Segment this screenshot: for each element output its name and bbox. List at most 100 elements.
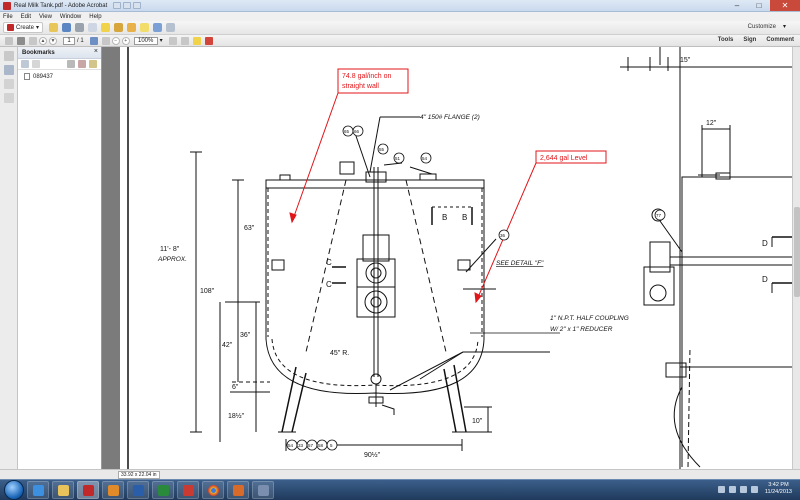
dim-15-label: 15" — [680, 57, 691, 64]
start-button[interactable] — [4, 480, 24, 500]
select-tool-icon[interactable] — [89, 36, 98, 45]
expand-icon[interactable] — [32, 60, 40, 68]
zoom-input[interactable]: 100% — [133, 36, 158, 45]
save-file-icon[interactable] — [62, 23, 72, 32]
dim-108-label: 108" — [200, 288, 215, 295]
sticky-note-icon[interactable] — [140, 23, 150, 32]
menu-edit[interactable]: Edit — [21, 14, 31, 20]
menu-window[interactable]: Window — [60, 14, 81, 20]
zoom-out-button[interactable]: − — [111, 36, 120, 45]
overall-height-label: 11'- 8" — [160, 246, 180, 253]
menu-help[interactable]: Help — [89, 14, 101, 20]
new-bookmark-icon[interactable] — [78, 60, 86, 68]
menu-view[interactable]: View — [39, 14, 52, 20]
create-icon — [7, 24, 14, 31]
comment-pane-button[interactable]: Comment — [766, 37, 794, 43]
status-bar: 33.92 x 22.04 in — [0, 469, 800, 479]
bookmarks-title: Bookmarks — [22, 49, 55, 56]
folder-icon — [57, 484, 69, 496]
attachments-icon[interactable] — [3, 93, 14, 103]
customize-button[interactable]: Customize — [748, 24, 776, 30]
maximize-button[interactable]: □ — [748, 0, 770, 11]
share-icon[interactable] — [114, 23, 124, 32]
page-number-input[interactable]: 1 — [63, 36, 75, 45]
delete-icon[interactable] — [67, 60, 75, 68]
navigation-pane-rail — [0, 47, 18, 479]
dim-6-label: 6" — [232, 384, 239, 391]
fit-width-icon[interactable] — [180, 36, 189, 45]
pdf-icon — [182, 484, 194, 496]
sign-pane-button[interactable]: Sign — [743, 37, 756, 43]
taskbar-app-button[interactable] — [227, 481, 249, 499]
taskbar-chrome-button[interactable] — [202, 481, 224, 499]
engineering-drawing: 74.8 gal/inch on straight wall 2,644 gal… — [127, 47, 800, 469]
bookmarks-header: Bookmarks × — [18, 47, 101, 59]
taskbar-explorer-button[interactable] — [52, 481, 74, 499]
taskbar-acrobat-button[interactable] — [77, 481, 99, 499]
pdf-page: 74.8 gal/inch on straight wall 2,644 gal… — [120, 47, 800, 469]
email-icon[interactable] — [88, 23, 98, 32]
zoom-in-button[interactable]: + — [121, 36, 130, 45]
page-size-readout: 33.92 x 22.04 in — [118, 471, 160, 479]
highlight-icon[interactable] — [204, 36, 213, 45]
system-clock[interactable]: 3:42 PM 11/24/2013 — [765, 482, 792, 496]
document-area[interactable]: 74.8 gal/inch on straight wall 2,644 gal… — [102, 47, 800, 469]
save-icon[interactable] — [123, 2, 132, 9]
minimize-button[interactable]: – — [726, 0, 748, 11]
create-button[interactable]: Create ▾ — [3, 22, 44, 33]
highlight-icon[interactable] — [127, 23, 137, 32]
tray-show-hidden-icon[interactable] — [717, 485, 725, 493]
section-b-left: B — [442, 213, 447, 222]
word-icon — [132, 484, 144, 496]
taskbar-photos-button[interactable] — [252, 481, 274, 499]
tray-flag-icon[interactable] — [728, 485, 736, 493]
taskbar-word-button[interactable] — [127, 481, 149, 499]
scrollbar-thumb[interactable] — [794, 207, 800, 297]
hand-tool-icon[interactable] — [101, 36, 110, 45]
home-icon[interactable] — [5, 36, 13, 45]
page-thumbnails-icon[interactable] — [3, 51, 14, 61]
tray-network-icon[interactable] — [739, 485, 747, 493]
comment-icon[interactable] — [101, 23, 111, 32]
bookmark-page-icon — [24, 73, 30, 80]
dim-63-label: 63" — [244, 225, 255, 232]
export-icon[interactable] — [153, 23, 163, 32]
close-icon[interactable]: × — [94, 48, 98, 55]
chrome-icon — [207, 484, 219, 496]
taskbar-pdf-button[interactable] — [177, 481, 199, 499]
open-icon[interactable] — [113, 2, 122, 9]
zoom-chevron-icon[interactable]: ▾ — [160, 37, 163, 44]
print-file-icon[interactable] — [75, 23, 85, 32]
comment-icon[interactable] — [192, 36, 201, 45]
bookmarks-toolbar — [18, 59, 101, 70]
sign-icon[interactable] — [166, 23, 176, 32]
close-button[interactable]: ✕ — [770, 0, 800, 11]
bookmark-item[interactable]: 089437 — [18, 70, 101, 80]
menu-file[interactable]: File — [3, 14, 13, 20]
vertical-scrollbar[interactable] — [792, 47, 800, 469]
tools-pane-button[interactable]: Tools — [718, 37, 734, 43]
print-icon[interactable] — [133, 2, 142, 9]
next-page-button[interactable]: ▼ — [49, 36, 57, 45]
fit-page-icon[interactable] — [168, 36, 177, 45]
balloon-36: 36 — [500, 233, 506, 238]
balloon-bottom-4: 58 — [318, 443, 324, 448]
open-file-icon[interactable] — [49, 23, 59, 32]
customize-chevron-icon[interactable]: ▾ — [783, 23, 786, 30]
quick-access-toolbar — [113, 2, 142, 9]
email-icon[interactable] — [29, 36, 37, 45]
balloon-66: 66 — [354, 129, 360, 134]
options-icon[interactable] — [21, 60, 29, 68]
flange-note: 4" 150# FLANGE (2) — [420, 114, 480, 121]
taskbar-excel-button[interactable] — [152, 481, 174, 499]
taskbar-media-button[interactable] — [102, 481, 124, 499]
bookmarks-icon[interactable] — [3, 65, 14, 75]
taskbar-ie-button[interactable] — [27, 481, 49, 499]
dim-10-label: 10" — [472, 418, 483, 425]
tray-volume-icon[interactable] — [750, 485, 758, 493]
window-controls: – □ ✕ — [726, 0, 800, 11]
previous-page-button[interactable]: ▲ — [39, 36, 47, 45]
signatures-icon[interactable] — [3, 79, 14, 89]
tag-icon[interactable] — [89, 60, 97, 68]
print-icon[interactable] — [17, 36, 25, 45]
